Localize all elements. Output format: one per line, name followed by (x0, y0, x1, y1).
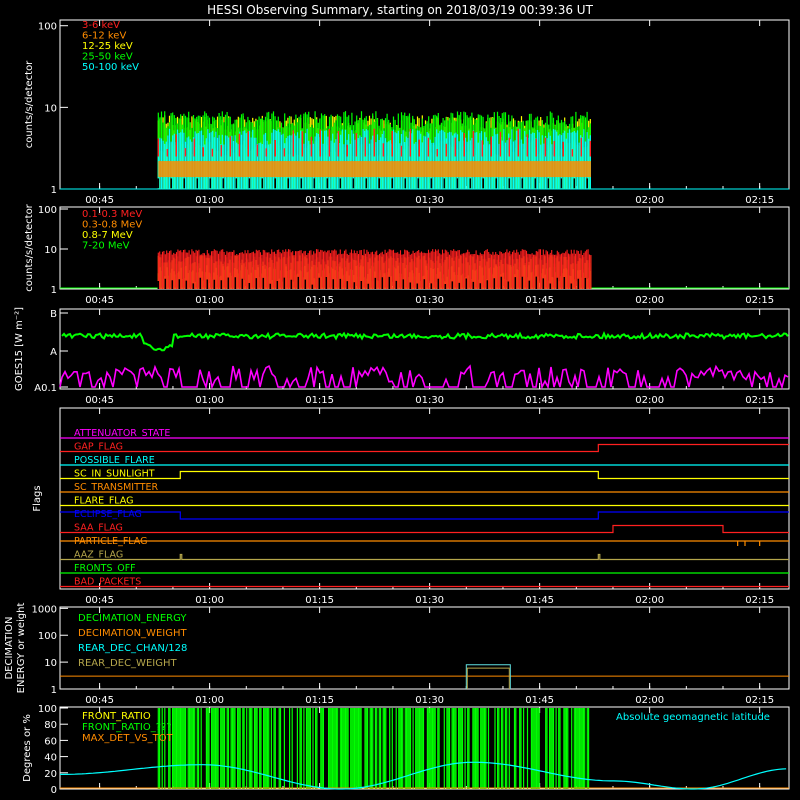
y-tick-label: 1 (51, 685, 57, 696)
y-tick-label: 1000 (32, 604, 57, 615)
y-tick-label: 100 (38, 704, 57, 715)
x-tick-label: 01:45 (525, 595, 554, 606)
legend-entry: 7-20 MeV (82, 241, 130, 252)
legend-entry: 0.1-0.3 MeV (82, 209, 142, 220)
x-tick-label: 00:45 (85, 195, 114, 206)
x-tick-label: 01:15 (305, 295, 334, 306)
y-axis-label: DECIMATION (4, 616, 15, 679)
x-tick-label: 01:30 (415, 695, 444, 706)
x-tick-label: 02:15 (745, 595, 774, 606)
legend-entry: DECIMATION_WEIGHT (78, 628, 187, 639)
x-tick-label: 02:00 (635, 395, 664, 406)
y-tick-label: 40 (44, 753, 57, 764)
legend-entry: 6-12 keV (82, 31, 126, 42)
y-axis-label: ENERGY or weight (16, 603, 27, 694)
x-tick-label: 01:15 (305, 195, 334, 206)
flag-label: POSSIBLE_FLARE (74, 455, 155, 466)
observing-summary-figure: HESSI Observing Summary, starting on 201… (0, 0, 800, 800)
x-tick-label: 01:45 (525, 295, 554, 306)
flag-label: GAP_FLAG (74, 442, 123, 453)
legend-entry: 3-6 keV (82, 20, 120, 31)
x-tick-label: 02:15 (745, 395, 774, 406)
x-tick-label: 02:15 (745, 295, 774, 306)
x-tick-label: 02:00 (635, 295, 664, 306)
x-tick-label: 02:15 (745, 195, 774, 206)
x-tick-label: 01:00 (195, 195, 224, 206)
y-tick-label: 20 (44, 769, 57, 780)
legend-entry: 0.3-0.8 MeV (82, 220, 142, 231)
flag-label: SAA_FLAG (74, 523, 123, 534)
x-tick-label: 02:00 (635, 195, 664, 206)
x-tick-label: 01:30 (415, 195, 444, 206)
figure-title: HESSI Observing Summary, starting on 201… (207, 3, 593, 17)
x-tick-label: 00:45 (85, 695, 114, 706)
y-tick-label: 80 (44, 720, 57, 731)
legend-entry: MAX_DET_VS_TOT (82, 733, 174, 744)
x-tick-label: 00:45 (85, 395, 114, 406)
x-tick-label: 00:45 (85, 295, 114, 306)
y-tick-label: 10 (44, 245, 57, 256)
y-tick-label: A0.1 (34, 383, 57, 394)
x-tick-label: 02:00 (635, 595, 664, 606)
x-tick-label: 01:15 (305, 595, 334, 606)
legend-entry: FRONT_RATIO_??? (82, 722, 172, 733)
x-tick-label: 01:45 (525, 195, 554, 206)
y-tick-label: 100 (38, 205, 57, 216)
y-tick-label: 100 (38, 22, 57, 33)
y-axis-label: GOES15 [W m⁻²] (14, 307, 25, 391)
y-axis-label: Flags (32, 485, 43, 511)
flag-label: FLARE_FLAG (74, 496, 134, 507)
legend-entry: REAR_DEC_WEIGHT (78, 658, 177, 669)
legend-entry: 12-25 keV (82, 41, 133, 52)
x-tick-label: 01:15 (305, 395, 334, 406)
x-tick-label: 01:30 (415, 595, 444, 606)
legend-entry: FRONT_RATIO (82, 711, 151, 722)
x-tick-label: 02:00 (635, 695, 664, 706)
x-tick-label: 01:15 (305, 695, 334, 706)
x-tick-label: 01:00 (195, 595, 224, 606)
legend-entry: REAR_DEC_CHAN/128 (78, 643, 187, 654)
flag-label: FRONTS_OFF (74, 563, 136, 574)
y-tick-label: 10 (44, 103, 57, 114)
x-tick-label: 01:00 (195, 695, 224, 706)
legend-entry: 50-100 keV (82, 62, 139, 73)
y-axis-label: Degrees or % (22, 714, 33, 782)
y-tick-label: B (50, 309, 57, 320)
y-tick-label: 10 (44, 658, 57, 669)
flag-label: ATTENUATOR_STATE (74, 428, 170, 439)
y-tick-label: 1 (51, 185, 57, 196)
legend-entry: 0.8-7 MeV (82, 230, 133, 241)
y-tick-label: A (50, 347, 57, 358)
x-tick-label: 01:00 (195, 295, 224, 306)
y-tick-label: 100 (38, 631, 57, 642)
y-tick-label: 1 (51, 285, 57, 296)
x-tick-label: 01:45 (525, 395, 554, 406)
flag-label: SC_TRANSMITTER (74, 482, 159, 493)
x-tick-label: 00:45 (85, 595, 114, 606)
y-axis-label: counts/s/detector (24, 203, 35, 291)
x-tick-label: 01:30 (415, 395, 444, 406)
x-tick-label: 01:30 (415, 295, 444, 306)
y-tick-label: 0 (51, 785, 57, 796)
flag-label: AAZ_FLAG (74, 550, 123, 561)
legend-entry: 25-50 keV (82, 52, 133, 63)
y-axis-label: counts/s/detector (24, 60, 35, 148)
series-band (158, 161, 591, 178)
flag-label: ECLIPSE_FLAG (74, 509, 142, 520)
flag-label: BAD_PACKETS (74, 577, 141, 588)
x-tick-label: 01:00 (195, 395, 224, 406)
flag-label: SC_IN_SUNLIGHT (74, 469, 155, 480)
y-tick-label: 60 (44, 736, 57, 747)
annotation-latitude: Absolute geomagnetic latitude (616, 712, 770, 723)
x-tick-label: 02:15 (745, 695, 774, 706)
legend-entry: DECIMATION_ENERGY (78, 613, 187, 624)
x-tick-label: 01:45 (525, 695, 554, 706)
